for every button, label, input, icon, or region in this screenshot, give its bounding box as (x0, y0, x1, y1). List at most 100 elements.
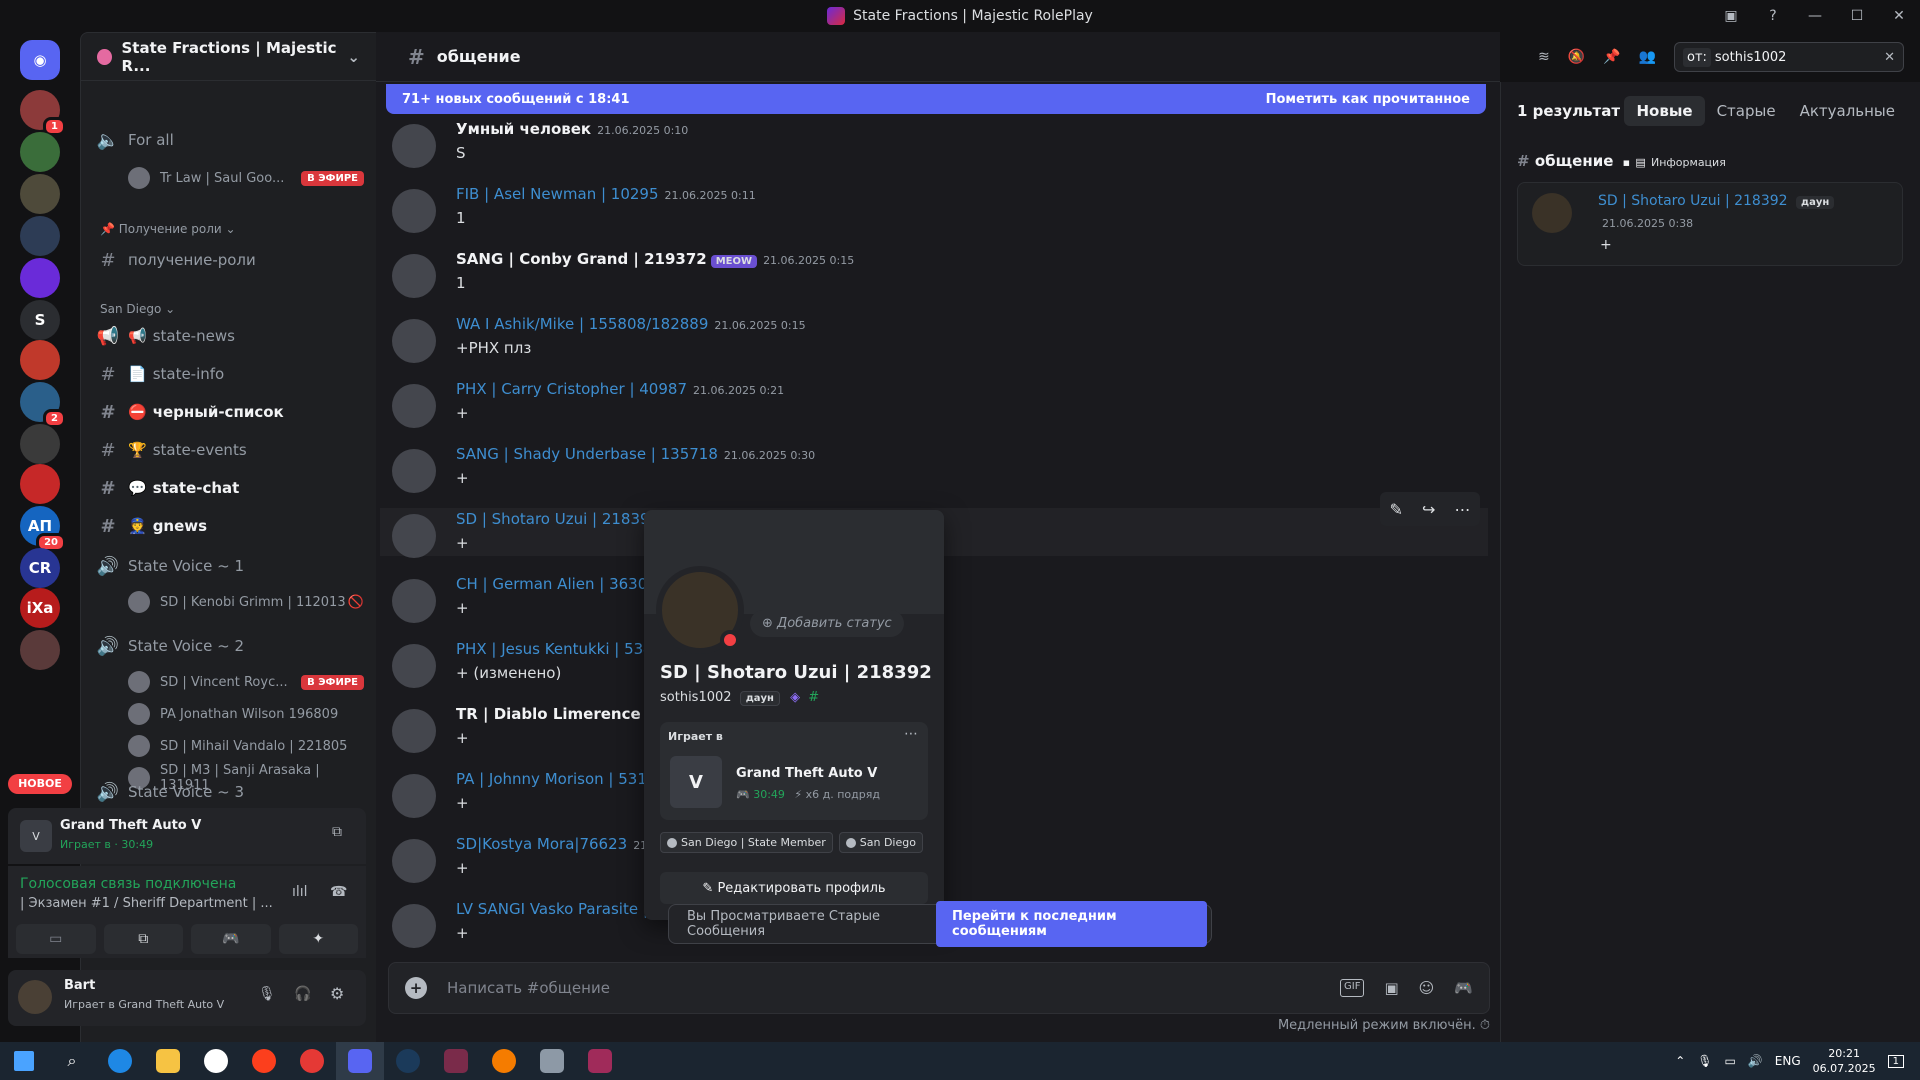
tab-oldest[interactable]: Старые (1705, 96, 1788, 126)
discord-home-icon[interactable]: ◉ (20, 40, 60, 80)
activity-panel[interactable]: V Grand Theft Auto V Играет в · 30:49 ⧉ (8, 808, 366, 864)
channel-item[interactable]: # 📄 state-info (96, 358, 368, 390)
tray-clock[interactable]: 20:21 06.07.2025 (1813, 1046, 1876, 1076)
message-avatar[interactable] (392, 189, 436, 233)
edit-profile-button[interactable]: ✎ Редактировать профиль (660, 872, 928, 904)
role-chip[interactable]: San Diego | State Member (660, 832, 833, 853)
message-avatar[interactable] (392, 579, 436, 623)
share-screen-button[interactable]: ⧉ (103, 924, 183, 954)
role-chip[interactable]: San Diego (838, 832, 923, 853)
tab-relevant[interactable]: Актуальные (1788, 96, 1907, 126)
search-input[interactable]: от: sothis1002 ✕ (1674, 42, 1904, 72)
voice-channel-3-row[interactable]: 🔊 State Voice ~ 3 (96, 776, 368, 808)
server-icon[interactable]: АП 20 (20, 506, 66, 552)
server-icon[interactable]: 2 (20, 382, 66, 428)
sticker-icon[interactable]: ▣ (1384, 979, 1398, 997)
voice-user[interactable]: SD | Kenobi Grimm | 112013 🚫 (128, 588, 364, 616)
voice-user[interactable]: SD | Mihail Vandalo | 221805 (128, 732, 364, 760)
edge-icon[interactable] (96, 1042, 144, 1080)
message-author[interactable]: SANG | Shady Underbase | 135718 (456, 445, 718, 463)
user-avatar[interactable] (18, 980, 52, 1014)
tray-mic-icon[interactable]: 🎙 (1697, 1054, 1712, 1068)
composer-placeholder[interactable]: Написать #общение (447, 979, 610, 997)
message-author[interactable]: PA | Johnny Morison | 53187 (456, 770, 666, 788)
steam-icon[interactable] (384, 1042, 432, 1080)
more-icon[interactable]: ⋯ (904, 726, 918, 742)
category-roles[interactable]: 📌 Получение роли ⌄ (100, 222, 236, 236)
message-avatar[interactable] (392, 709, 436, 753)
message-avatar[interactable] (392, 319, 436, 363)
message-author[interactable]: PHX | Jesus Kentukki | 5342 (456, 640, 662, 658)
forward-icon[interactable]: ↪ (1422, 500, 1435, 519)
message-author[interactable]: CH | German Alien | 363011 (456, 575, 666, 593)
members-icon[interactable]: 👥 (1639, 49, 1656, 65)
disconnect-icon[interactable]: ☎ (330, 884, 347, 900)
message-author[interactable]: PHX | Carry Cristopher | 40987 (456, 380, 687, 398)
server-icon[interactable] (20, 258, 60, 298)
result-author[interactable]: SD | Shotaro Uzui | 218392 (1598, 193, 1788, 209)
inbox-icon[interactable]: ▣ (1710, 8, 1752, 24)
channel-item[interactable]: # 💬 state-chat (96, 472, 368, 504)
noise-suppression-icon[interactable]: ılıl (292, 884, 308, 900)
threads-icon[interactable]: ≋ (1538, 49, 1550, 65)
clear-search-icon[interactable]: ✕ (1884, 50, 1895, 65)
category-san-diego[interactable]: San Diego ⌄ (100, 302, 175, 316)
maximize-button[interactable]: ☐ (1836, 8, 1878, 24)
result-channel-row[interactable]: # общение ▪ ▤ Информация (1517, 152, 1726, 170)
server-icon[interactable]: CR (20, 548, 60, 588)
notifications-icon[interactable]: 1 (1887, 1054, 1904, 1068)
opera-icon[interactable] (288, 1042, 336, 1080)
message-author[interactable]: WA I Ashik/Mike | 155808/182889 (456, 315, 708, 333)
message-author[interactable]: SANG | Conby Grand | 219372 (456, 250, 707, 268)
gif-icon[interactable]: GIF (1340, 979, 1365, 997)
message-avatar[interactable] (392, 644, 436, 688)
message-item[interactable]: SANG | Shady Underbase | 135718 21.06.202… (392, 445, 1482, 505)
help-icon[interactable]: ? (1752, 8, 1794, 24)
mark-read-button[interactable]: Пометить как прочитанное (1266, 92, 1470, 107)
message-author[interactable]: FIB | Asel Newman | 10295 (456, 185, 659, 203)
voice-channel-1[interactable]: 🔊 State Voice ~ 1 (96, 550, 368, 582)
new-messages-bar[interactable]: 71+ новых сообщений с 18:41 Пометить как… (386, 84, 1486, 114)
voice-channel[interactable]: | Экзамен #1 / Sheriff Department | ... (20, 896, 273, 911)
message-avatar[interactable] (392, 774, 436, 818)
add-status-button[interactable]: ⊕ Добавить статус (750, 610, 904, 637)
message-item[interactable]: SANG | Conby Grand | 219372 MEOW 21.06.202… (392, 250, 1482, 310)
shield-icon[interactable] (528, 1042, 576, 1080)
activity-button[interactable]: 🎮 (191, 924, 271, 954)
voice-channel-2[interactable]: 🔊 State Voice ~ 2 (96, 630, 368, 662)
message-avatar[interactable] (392, 124, 436, 168)
tray-chevron-icon[interactable]: ⌃ (1675, 1054, 1685, 1068)
pin-icon[interactable]: 📌 (1603, 49, 1620, 65)
server-icon[interactable] (20, 340, 60, 380)
yandex-browser-icon[interactable] (192, 1042, 240, 1080)
server-icon[interactable] (20, 464, 60, 504)
result-avatar[interactable] (1532, 193, 1572, 233)
message-author[interactable]: Умный человек (456, 120, 591, 138)
new-servers-pill[interactable]: НОВОЕ (8, 774, 72, 794)
voice-user[interactable]: Tr Law | Saul Goo... В ЭФИРЕ (128, 164, 364, 192)
soundboard-button[interactable]: ✦ (278, 924, 358, 954)
voice-user[interactable]: SD | Vincent Royc... В ЭФИРЕ (128, 668, 364, 696)
settings-gear-icon[interactable]: ⚙ (330, 984, 344, 1003)
channel-roles[interactable]: # получение-роли (96, 244, 368, 276)
recorder-icon[interactable] (480, 1042, 528, 1080)
voice-user[interactable]: PA Jonathan Wilson 196809 (128, 700, 364, 728)
channel-item[interactable]: 📢 📢 state-news (96, 320, 368, 352)
message-item[interactable]: PHX | Carry Cristopher | 40987 21.06.2025… (392, 380, 1482, 440)
game-activity-icon[interactable]: 🎮 (1454, 979, 1473, 997)
server-icon[interactable] (20, 174, 60, 214)
playing-card[interactable]: Играет в ⋯ V Grand Theft Auto V 🎮 30:49 … (660, 722, 928, 820)
edit-icon[interactable]: ✎ (1390, 500, 1403, 519)
search-result-card[interactable]: SD | Shotaro Uzui | 218392 даун 21.06.20… (1517, 182, 1903, 266)
message-author[interactable]: SD | Shotaro Uzui | 218392 (456, 510, 659, 528)
app-icon-1[interactable] (432, 1042, 480, 1080)
message-avatar[interactable] (392, 254, 436, 298)
message-avatar[interactable] (392, 839, 436, 883)
tray-network-icon[interactable]: ▭ (1724, 1054, 1735, 1068)
message-author[interactable]: LV SANGI Vasko Parasite | 1 (456, 900, 662, 918)
tab-newest[interactable]: Новые (1624, 96, 1705, 126)
start-button[interactable] (0, 1042, 48, 1080)
yandex-icon[interactable] (240, 1042, 288, 1080)
message-item[interactable]: FIB | Asel Newman | 10295 21.06.2025 0:11… (392, 185, 1482, 245)
microphone-icon[interactable]: 🎙 (258, 986, 276, 1002)
